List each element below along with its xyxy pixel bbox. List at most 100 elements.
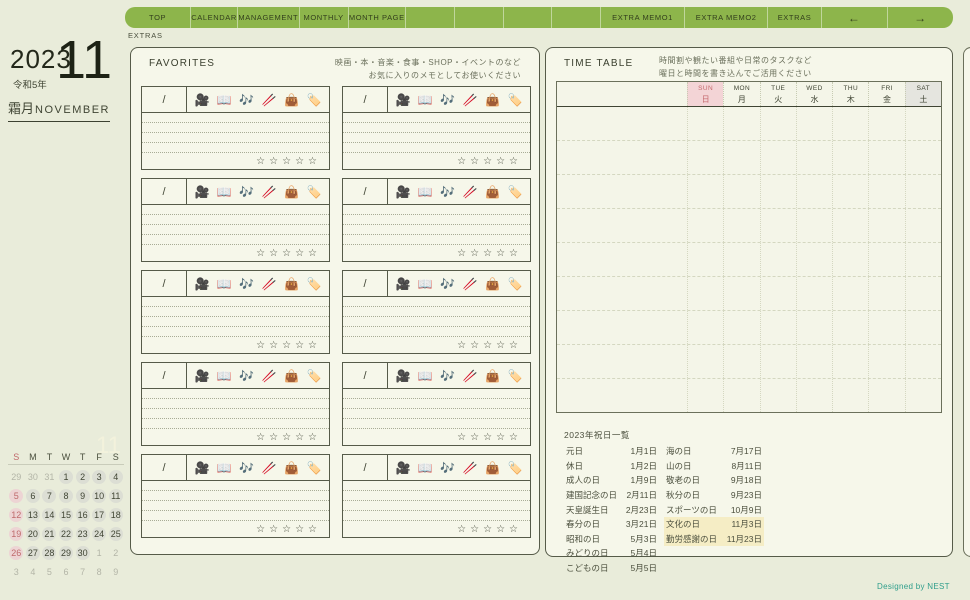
timetable-cell-thu[interactable] [832,175,868,208]
mini-calendar-day[interactable]: 10 [91,486,108,505]
prev-page-button[interactable]: ← [820,7,887,28]
timetable-cell-mon[interactable] [723,379,759,412]
star-rating[interactable]: ☆☆☆☆☆ [142,429,329,445]
mini-calendar-day[interactable]: 7 [74,562,91,581]
star-rating[interactable]: ☆☆☆☆☆ [343,245,530,261]
timetable-cell-wed[interactable] [795,277,832,310]
mini-calendar-day[interactable]: 3 [8,562,25,581]
nav-tab-management[interactable]: MANAGEMENT [236,7,299,28]
timetable-cell-sun[interactable] [687,175,723,208]
mini-calendar-day[interactable]: 18 [107,505,124,524]
timetable-time-label-cell[interactable] [557,243,687,276]
timetable-cell-mon[interactable] [723,141,759,174]
mini-calendar-day[interactable]: 16 [74,505,91,524]
favorite-card[interactable]: / 🎥 📖 🎶 🥢 👜 🏷️ ☆☆☆☆☆ [342,86,531,170]
star-rating[interactable]: ☆☆☆☆☆ [142,337,329,353]
mini-calendar-day[interactable]: 26 [8,543,25,562]
timetable-cell-wed[interactable] [795,209,832,242]
timetable-cell-thu[interactable] [832,243,868,276]
timetable-cell-wed[interactable] [795,311,832,344]
timetable-time-label-cell[interactable] [557,141,687,174]
mini-calendar-day[interactable]: 17 [91,505,108,524]
timetable-cell-sun[interactable] [687,107,723,140]
mini-calendar-day[interactable]: 14 [41,505,58,524]
timetable-cell-thu[interactable] [832,141,868,174]
nav-tab-month-page[interactable]: MONTH PAGE [347,7,406,28]
timetable-cell-mon[interactable] [723,277,759,310]
mini-calendar-day[interactable]: 1 [58,467,75,486]
mini-calendar-day[interactable]: 29 [8,467,25,486]
timetable-cell-mon[interactable] [723,107,759,140]
timetable-cell-sat[interactable] [904,243,941,276]
star-rating[interactable]: ☆☆☆☆☆ [142,153,329,169]
mini-calendar-day[interactable]: 3 [91,467,108,486]
timetable-cell-tue[interactable] [759,243,796,276]
mini-calendar-day[interactable]: 22 [58,524,75,543]
nav-tab-calendar[interactable]: CALENDAR [190,7,237,28]
mini-calendar-day[interactable]: 15 [58,505,75,524]
timetable-time-label-cell[interactable] [557,311,687,344]
timetable-time-label-cell[interactable] [557,379,687,412]
timetable-cell-tue[interactable] [759,209,796,242]
mini-calendar-day[interactable]: 11 [107,486,124,505]
timetable-cell-fri[interactable] [868,175,904,208]
nav-tab-top[interactable]: TOP [125,7,190,28]
nav-tab-extras[interactable]: EXTRAS [767,7,820,28]
star-rating[interactable]: ☆☆☆☆☆ [343,337,530,353]
mini-calendar-day[interactable]: 31 [41,467,58,486]
mini-calendar-day[interactable]: 1 [91,543,108,562]
star-rating[interactable]: ☆☆☆☆☆ [142,245,329,261]
mini-calendar-day[interactable]: 23 [74,524,91,543]
timetable-cell-mon[interactable] [723,345,759,378]
timetable-cell-tue[interactable] [759,107,796,140]
timetable-cell-sun[interactable] [687,277,723,310]
timetable-cell-wed[interactable] [795,107,832,140]
mini-calendar-day[interactable]: 12 [8,505,25,524]
timetable-cell-tue[interactable] [759,277,796,310]
timetable-cell-sat[interactable] [904,107,941,140]
timetable-cell-mon[interactable] [723,311,759,344]
timetable-cell-thu[interactable] [832,277,868,310]
timetable-cell-fri[interactable] [868,141,904,174]
mini-calendar-day[interactable]: 29 [58,543,75,562]
timetable-cell-sun[interactable] [687,243,723,276]
timetable-cell-sat[interactable] [904,311,941,344]
timetable-cell-mon[interactable] [723,209,759,242]
timetable-cell-thu[interactable] [832,209,868,242]
mini-calendar-day[interactable]: 9 [107,562,124,581]
timetable-cell-fri[interactable] [868,311,904,344]
mini-calendar-day[interactable]: 8 [58,486,75,505]
mini-calendar-day[interactable]: 5 [41,562,58,581]
favorite-card[interactable]: / 🎥 📖 🎶 🥢 👜 🏷️ ☆☆☆☆☆ [342,270,531,354]
mini-calendar-day[interactable]: 5 [8,486,25,505]
nav-tab-extra-memo1[interactable]: EXTRA MEMO1 [600,7,684,28]
mini-calendar-day[interactable]: 24 [91,524,108,543]
mini-calendar-day[interactable]: 27 [25,543,42,562]
timetable-time-label-cell[interactable] [557,209,687,242]
timetable-time-label-cell[interactable] [557,107,687,140]
mini-calendar-day[interactable]: 30 [25,467,42,486]
timetable-time-label-cell[interactable] [557,345,687,378]
nav-tab-monthly[interactable]: MONTHLY [298,7,348,28]
timetable-cell-wed[interactable] [795,243,832,276]
timetable-time-label-cell[interactable] [557,175,687,208]
mini-calendar-day[interactable]: 20 [25,524,42,543]
timetable-cell-fri[interactable] [868,277,904,310]
timetable-cell-wed[interactable] [795,141,832,174]
favorite-card[interactable]: / 🎥 📖 🎶 🥢 👜 🏷️ ☆☆☆☆☆ [141,270,330,354]
mini-calendar-day[interactable]: 4 [25,562,42,581]
favorite-card[interactable]: / 🎥 📖 🎶 🥢 👜 🏷️ ☆☆☆☆☆ [342,178,531,262]
timetable-cell-sat[interactable] [904,141,941,174]
star-rating[interactable]: ☆☆☆☆☆ [142,521,329,537]
mini-calendar-day[interactable]: 13 [25,505,42,524]
timetable-cell-fri[interactable] [868,379,904,412]
timetable-cell-sun[interactable] [687,379,723,412]
timetable-cell-fri[interactable] [868,107,904,140]
timetable-cell-sun[interactable] [687,345,723,378]
timetable-cell-thu[interactable] [832,107,868,140]
timetable-cell-tue[interactable] [759,311,796,344]
favorite-card[interactable]: / 🎥 📖 🎶 🥢 👜 🏷️ ☆☆☆☆☆ [342,454,531,538]
mini-calendar-day[interactable]: 25 [107,524,124,543]
mini-calendar-day[interactable]: 4 [107,467,124,486]
favorite-card[interactable]: / 🎥 📖 🎶 🥢 👜 🏷️ ☆☆☆☆☆ [141,86,330,170]
